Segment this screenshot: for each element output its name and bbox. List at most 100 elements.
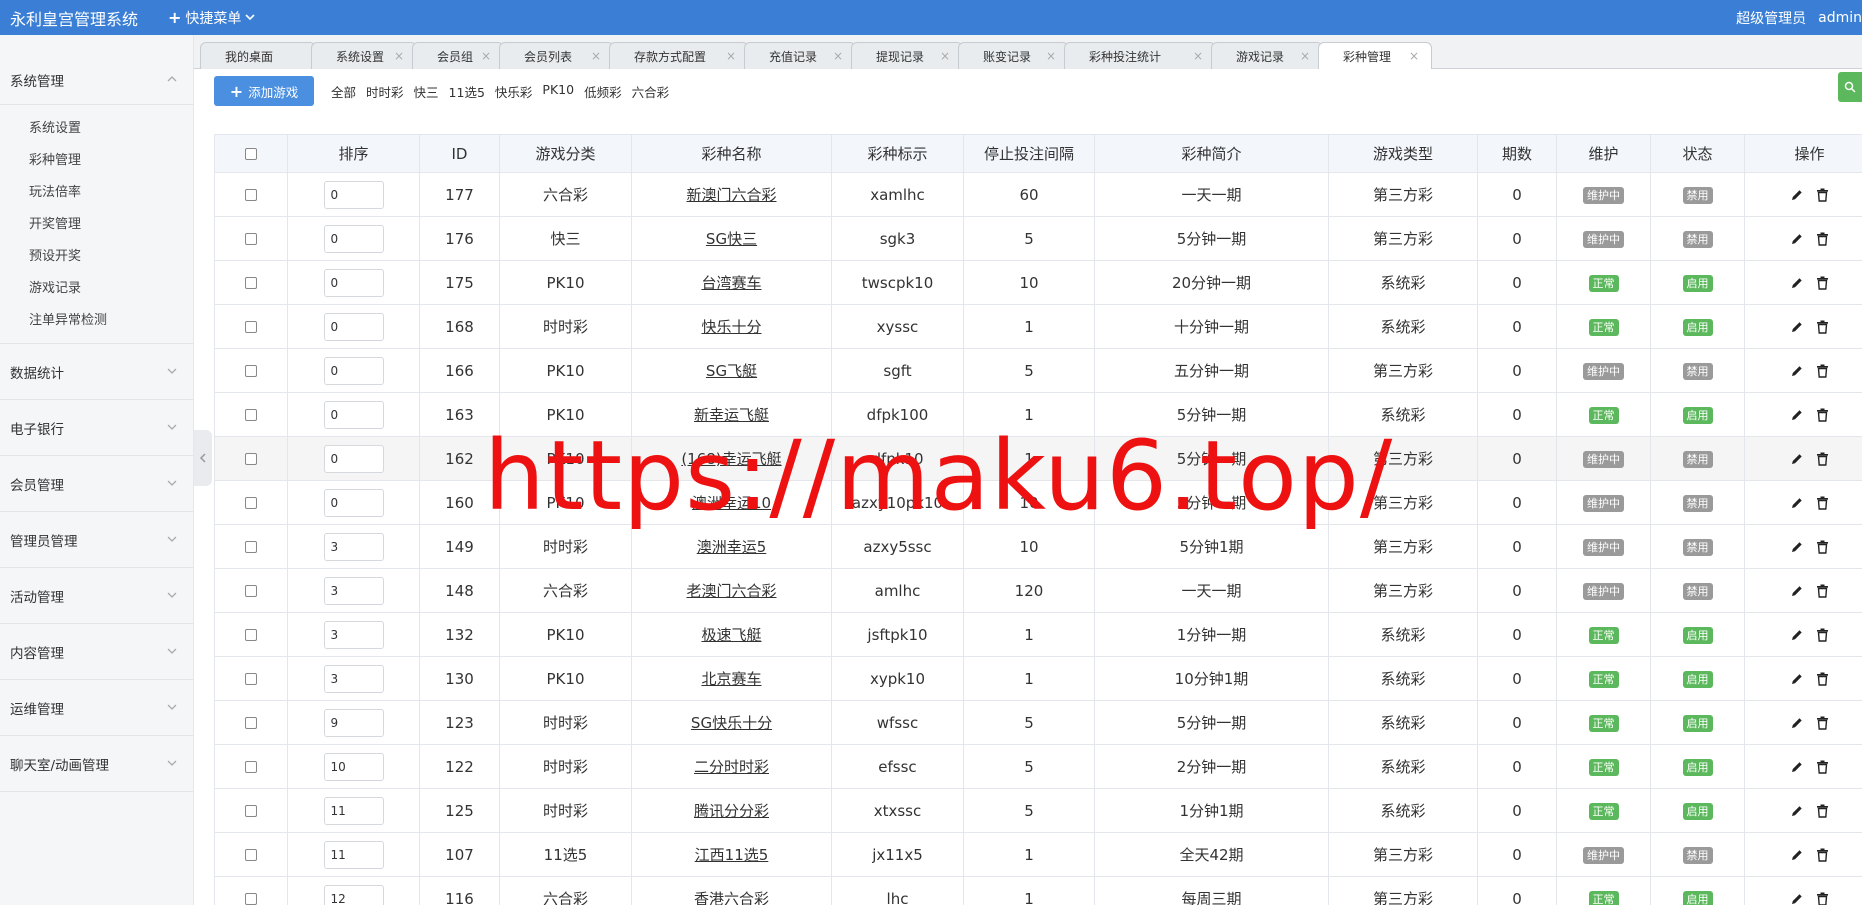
edit-icon[interactable]: [1790, 672, 1804, 686]
lottery-name-link[interactable]: 新幸运飞艇: [694, 406, 769, 424]
delete-icon[interactable]: [1816, 848, 1830, 862]
delete-icon[interactable]: [1816, 540, 1830, 554]
close-icon[interactable]: ×: [726, 49, 736, 63]
delete-icon[interactable]: [1816, 364, 1830, 378]
close-icon[interactable]: ×: [591, 49, 601, 63]
row-checkbox[interactable]: [245, 453, 257, 465]
sidebar-group-header[interactable]: 电子银行: [0, 400, 193, 456]
lottery-name-link[interactable]: 澳洲幸运5: [697, 538, 767, 556]
maintenance-badge[interactable]: 维护中: [1583, 495, 1624, 512]
lottery-name-link[interactable]: 澳洲幸运10: [692, 494, 771, 512]
sort-input[interactable]: [323, 620, 384, 649]
maintenance-badge[interactable]: 维护中: [1583, 231, 1624, 248]
maintenance-badge[interactable]: 维护中: [1583, 539, 1624, 556]
lottery-name-link[interactable]: 新澳门六合彩: [686, 186, 776, 204]
delete-icon[interactable]: [1816, 452, 1830, 466]
row-checkbox[interactable]: [245, 497, 257, 509]
row-checkbox[interactable]: [245, 233, 257, 245]
sort-input[interactable]: [323, 708, 384, 737]
edit-icon[interactable]: [1790, 188, 1804, 202]
filter-link[interactable]: 时时彩: [366, 82, 404, 101]
close-icon[interactable]: ×: [1193, 49, 1203, 63]
delete-icon[interactable]: [1816, 716, 1830, 730]
tab[interactable]: 账变记录 ×: [958, 42, 1069, 69]
sidebar-group-header[interactable]: 系统管理: [0, 55, 193, 105]
tab[interactable]: 游戏记录 ×: [1211, 42, 1323, 69]
maintenance-badge[interactable]: 正常: [1588, 627, 1619, 644]
status-badge[interactable]: 启用: [1682, 275, 1713, 292]
sort-input[interactable]: [323, 796, 384, 825]
lottery-name-link[interactable]: 快乐十分: [701, 318, 761, 336]
sidebar-group-header[interactable]: 聊天室/动画管理: [0, 736, 193, 792]
row-checkbox[interactable]: [245, 277, 257, 289]
sidebar-item[interactable]: 玩法倍率: [0, 177, 193, 209]
edit-icon[interactable]: [1790, 804, 1804, 818]
select-all-checkbox[interactable]: [245, 148, 257, 160]
lottery-name-link[interactable]: 二分时时彩: [694, 758, 769, 776]
tab[interactable]: 会员组 ×: [412, 42, 504, 69]
status-badge[interactable]: 启用: [1682, 319, 1713, 336]
close-icon[interactable]: ×: [394, 49, 404, 63]
sidebar-group-header[interactable]: 会员管理: [0, 456, 193, 512]
close-icon[interactable]: ×: [1046, 49, 1056, 63]
edit-icon[interactable]: [1790, 760, 1804, 774]
status-badge[interactable]: 禁用: [1682, 231, 1713, 248]
sort-input[interactable]: [323, 840, 384, 869]
lottery-name-link[interactable]: 台湾赛车: [701, 274, 761, 292]
filter-link[interactable]: 全部: [331, 82, 356, 101]
lottery-name-link[interactable]: 腾讯分分彩: [694, 802, 769, 820]
add-game-button[interactable]: + 添加游戏: [214, 76, 314, 106]
lottery-name-link[interactable]: 老澳门六合彩: [686, 582, 776, 600]
status-badge[interactable]: 启用: [1682, 759, 1713, 776]
delete-icon[interactable]: [1816, 188, 1830, 202]
close-icon[interactable]: ×: [833, 49, 843, 63]
status-badge[interactable]: 禁用: [1682, 187, 1713, 204]
tab[interactable]: 充值记录 ×: [744, 42, 856, 69]
delete-icon[interactable]: [1816, 892, 1830, 905]
row-checkbox[interactable]: [245, 585, 257, 597]
sort-input[interactable]: [323, 356, 384, 385]
row-checkbox[interactable]: [245, 629, 257, 641]
search-button[interactable]: [1838, 72, 1862, 102]
sort-input[interactable]: [323, 488, 384, 517]
row-checkbox[interactable]: [245, 849, 257, 861]
quick-menu-button[interactable]: + 快捷菜单: [168, 8, 255, 28]
delete-icon[interactable]: [1816, 232, 1830, 246]
filter-link[interactable]: 六合彩: [632, 82, 670, 101]
sort-input[interactable]: [323, 400, 384, 429]
filter-link[interactable]: 低频彩: [584, 82, 622, 101]
lottery-name-link[interactable]: 北京赛车: [701, 670, 761, 688]
sidebar-group-header[interactable]: 数据统计: [0, 344, 193, 400]
sidebar-group-header[interactable]: 运维管理: [0, 680, 193, 736]
lottery-name-link[interactable]: (168)幸运飞艇: [681, 450, 781, 468]
row-checkbox[interactable]: [245, 321, 257, 333]
row-checkbox[interactable]: [245, 541, 257, 553]
status-badge[interactable]: 禁用: [1682, 583, 1713, 600]
row-checkbox[interactable]: [245, 805, 257, 817]
filter-link[interactable]: PK10: [542, 82, 574, 101]
sidebar-item[interactable]: 彩种管理: [0, 145, 193, 177]
edit-icon[interactable]: [1790, 452, 1804, 466]
row-checkbox[interactable]: [245, 761, 257, 773]
status-badge[interactable]: 禁用: [1682, 363, 1713, 380]
maintenance-badge[interactable]: 维护中: [1583, 847, 1624, 864]
tab[interactable]: 提现记录 ×: [851, 42, 963, 69]
status-badge[interactable]: 启用: [1682, 891, 1713, 905]
maintenance-badge[interactable]: 正常: [1588, 671, 1619, 688]
sidebar-item[interactable]: 注单异常检测: [0, 305, 193, 337]
row-checkbox[interactable]: [245, 893, 257, 905]
delete-icon[interactable]: [1816, 496, 1830, 510]
lottery-name-link[interactable]: SG飞艇: [706, 362, 757, 380]
sort-input[interactable]: [323, 664, 384, 693]
maintenance-badge[interactable]: 正常: [1588, 803, 1619, 820]
lottery-name-link[interactable]: 江西11选5: [695, 846, 769, 864]
sidebar-item[interactable]: 开奖管理: [0, 209, 193, 241]
maintenance-badge[interactable]: 正常: [1588, 407, 1619, 424]
close-icon[interactable]: ×: [481, 49, 491, 63]
row-checkbox[interactable]: [245, 673, 257, 685]
lottery-name-link[interactable]: 香港六合彩: [694, 890, 769, 905]
maintenance-badge[interactable]: 正常: [1588, 319, 1619, 336]
filter-link[interactable]: 快三: [414, 82, 439, 101]
sort-input[interactable]: [323, 224, 384, 253]
maintenance-badge[interactable]: 正常: [1588, 759, 1619, 776]
